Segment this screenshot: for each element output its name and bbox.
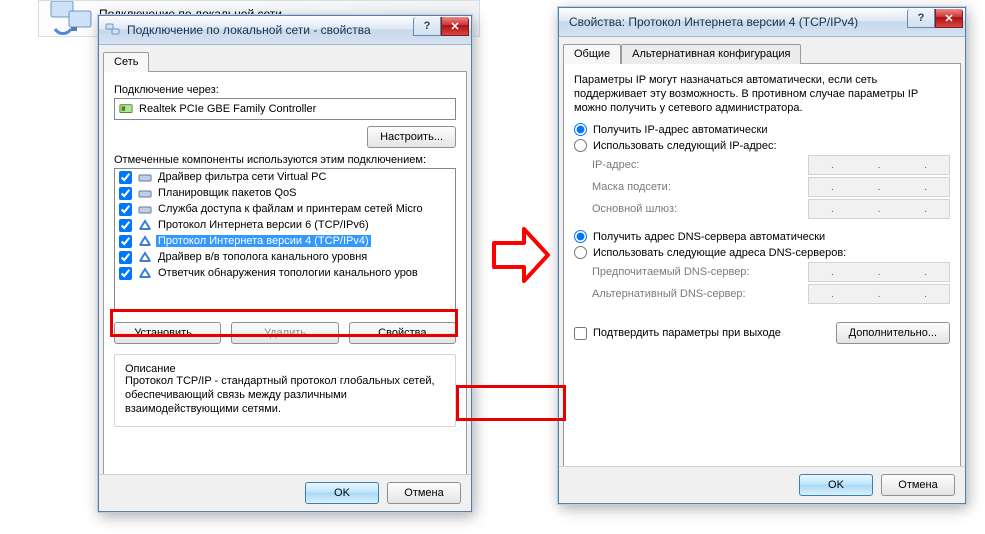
subnet-mask-row: Маска подсети: ... xyxy=(592,177,950,197)
titlebar[interactable]: Подключение по локальной сети - свойства… xyxy=(99,16,471,45)
driver-icon xyxy=(138,250,152,264)
tab-network[interactable]: Сеть xyxy=(103,52,149,72)
components-label: Отмеченные компоненты используются этим … xyxy=(114,154,456,166)
dns-preferred-row: Предпочитаемый DNS-сервер: ... xyxy=(592,262,950,282)
item-label: Служба доступа к файлам и принтерам сете… xyxy=(156,203,425,215)
ip-address-label: IP-адрес: xyxy=(592,159,808,171)
subnet-mask-input[interactable]: ... xyxy=(808,177,950,197)
ok-button[interactable]: OK xyxy=(305,482,379,504)
window-icon xyxy=(105,22,121,38)
item-checkbox[interactable] xyxy=(119,171,132,184)
item-label: Протокол Интернета версии 6 (TCP/IPv6) xyxy=(156,219,371,231)
radio-label: Использовать следующие адреса DNS-сервер… xyxy=(593,247,846,259)
titlebar[interactable]: Свойства: Протокол Интернета версии 4 (T… xyxy=(559,8,965,37)
radio-input[interactable] xyxy=(574,246,587,259)
radio-ip-manual[interactable]: Использовать следующий IP-адрес: xyxy=(574,139,950,152)
item-label: Планировщик пакетов QoS xyxy=(156,187,299,199)
radio-label: Получить IP-адрес автоматически xyxy=(593,124,767,136)
ip-address-input[interactable]: ... xyxy=(808,155,950,175)
dns-preferred-input[interactable]: ... xyxy=(808,262,950,282)
radio-label: Получить адрес DNS-сервера автоматически xyxy=(593,231,825,243)
validate-on-exit[interactable]: Подтвердить параметры при выходе xyxy=(574,327,836,340)
description-heading: Описание xyxy=(121,363,180,375)
help-button[interactable]: ? xyxy=(413,17,441,36)
dns-alt-input[interactable]: ... xyxy=(808,284,950,304)
cancel-button[interactable]: Отмена xyxy=(387,482,461,504)
list-item[interactable]: Ответчик обнаружения топологии канальног… xyxy=(115,265,456,281)
item-checkbox[interactable] xyxy=(119,203,132,216)
close-button[interactable]: ✕ xyxy=(441,17,469,36)
item-label: Драйвер в/в тополога канального уровня xyxy=(156,251,369,263)
arrow-icon xyxy=(490,225,552,285)
protocol-icon xyxy=(138,234,152,248)
driver-icon xyxy=(138,266,152,280)
radio-dns-manual[interactable]: Использовать следующие адреса DNS-сервер… xyxy=(574,246,950,259)
list-item-selected[interactable]: Протокол Интернета версии 4 (TCP/IPv4) xyxy=(115,233,456,249)
components-listbox[interactable]: Драйвер фильтра сети Virtual PC Планиров… xyxy=(114,168,456,312)
gateway-label: Основной шлюз: xyxy=(592,203,808,215)
connect-via-label: Подключение через: xyxy=(114,84,456,96)
adapter-box: Realtek PCIe GBE Family Controller xyxy=(114,98,456,120)
tab-page-network: Подключение через: Realtek PCIe GBE Fami… xyxy=(103,71,467,491)
list-item[interactable]: Планировщик пакетов QoS xyxy=(115,185,456,201)
ip-address-row: IP-адрес: ... xyxy=(592,155,950,175)
item-label: Протокол Интернета версии 4 (TCP/IPv4) xyxy=(156,235,371,247)
item-checkbox[interactable] xyxy=(119,267,132,280)
dns-alt-row: Альтернативный DNS-сервер: ... xyxy=(592,284,950,304)
protocol-icon xyxy=(138,218,152,232)
checkbox-label: Подтвердить параметры при выходе xyxy=(593,327,781,339)
description-box: Описание Протокол TCP/IP - стандартный п… xyxy=(114,354,456,427)
adapter-name: Realtek PCIe GBE Family Controller xyxy=(139,103,316,115)
gateway-input[interactable]: ... xyxy=(808,199,950,219)
service-icon xyxy=(138,202,152,216)
ok-button[interactable]: OK xyxy=(799,474,873,496)
list-item[interactable]: Драйвер фильтра сети Virtual PC xyxy=(115,169,456,185)
dns-preferred-label: Предпочитаемый DNS-сервер: xyxy=(592,266,808,278)
intro-text: Параметры IP могут назначаться автоматич… xyxy=(574,74,950,115)
tab-general[interactable]: Общие xyxy=(563,44,621,64)
radio-ip-auto[interactable]: Получить IP-адрес автоматически xyxy=(574,123,950,136)
nic-icon xyxy=(119,102,133,116)
item-checkbox[interactable] xyxy=(119,219,132,232)
radio-dns-auto[interactable]: Получить адрес DNS-сервера автоматически xyxy=(574,230,950,243)
driver-icon xyxy=(138,170,152,184)
dns-alt-label: Альтернативный DNS-сервер: xyxy=(592,288,808,300)
install-button[interactable]: Установить... xyxy=(114,322,221,344)
checkbox-input[interactable] xyxy=(574,327,587,340)
connection-properties-window: Подключение по локальной сети - свойства… xyxy=(98,15,472,512)
network-adapter-icon xyxy=(47,0,95,37)
ipv4-properties-window: Свойства: Протокол Интернета версии 4 (T… xyxy=(558,7,966,504)
annotation-highlight-props xyxy=(456,385,566,421)
item-label: Драйвер фильтра сети Virtual PC xyxy=(156,171,328,183)
list-item[interactable]: Протокол Интернета версии 6 (TCP/IPv6) xyxy=(115,217,456,233)
tab-alt-config[interactable]: Альтернативная конфигурация xyxy=(621,44,801,64)
window-title: Свойства: Протокол Интернета версии 4 (T… xyxy=(565,15,965,29)
help-button[interactable]: ? xyxy=(907,9,935,28)
subnet-mask-label: Маска подсети: xyxy=(592,181,808,193)
radio-label: Использовать следующий IP-адрес: xyxy=(593,140,777,152)
list-item[interactable]: Драйвер в/в тополога канального уровня xyxy=(115,249,456,265)
properties-button[interactable]: Свойства xyxy=(349,322,456,344)
gateway-row: Основной шлюз: ... xyxy=(592,199,950,219)
remove-button[interactable]: Удалить xyxy=(231,322,338,344)
list-item[interactable]: Служба доступа к файлам и принтерам сете… xyxy=(115,201,456,217)
radio-input[interactable] xyxy=(574,139,587,152)
radio-input[interactable] xyxy=(574,230,587,243)
item-checkbox[interactable] xyxy=(119,235,132,248)
item-label: Ответчик обнаружения топологии канальног… xyxy=(156,267,420,279)
configure-button[interactable]: Настроить... xyxy=(367,126,456,148)
close-button[interactable]: ✕ xyxy=(935,9,963,28)
description-text: Протокол TCP/IP - стандартный протокол г… xyxy=(125,375,445,416)
service-icon xyxy=(138,186,152,200)
item-checkbox[interactable] xyxy=(119,187,132,200)
item-checkbox[interactable] xyxy=(119,251,132,264)
radio-input[interactable] xyxy=(574,123,587,136)
advanced-button[interactable]: Дополнительно... xyxy=(836,322,950,344)
cancel-button[interactable]: Отмена xyxy=(881,474,955,496)
tab-page-general: Параметры IP могут назначаться автоматич… xyxy=(563,63,961,481)
